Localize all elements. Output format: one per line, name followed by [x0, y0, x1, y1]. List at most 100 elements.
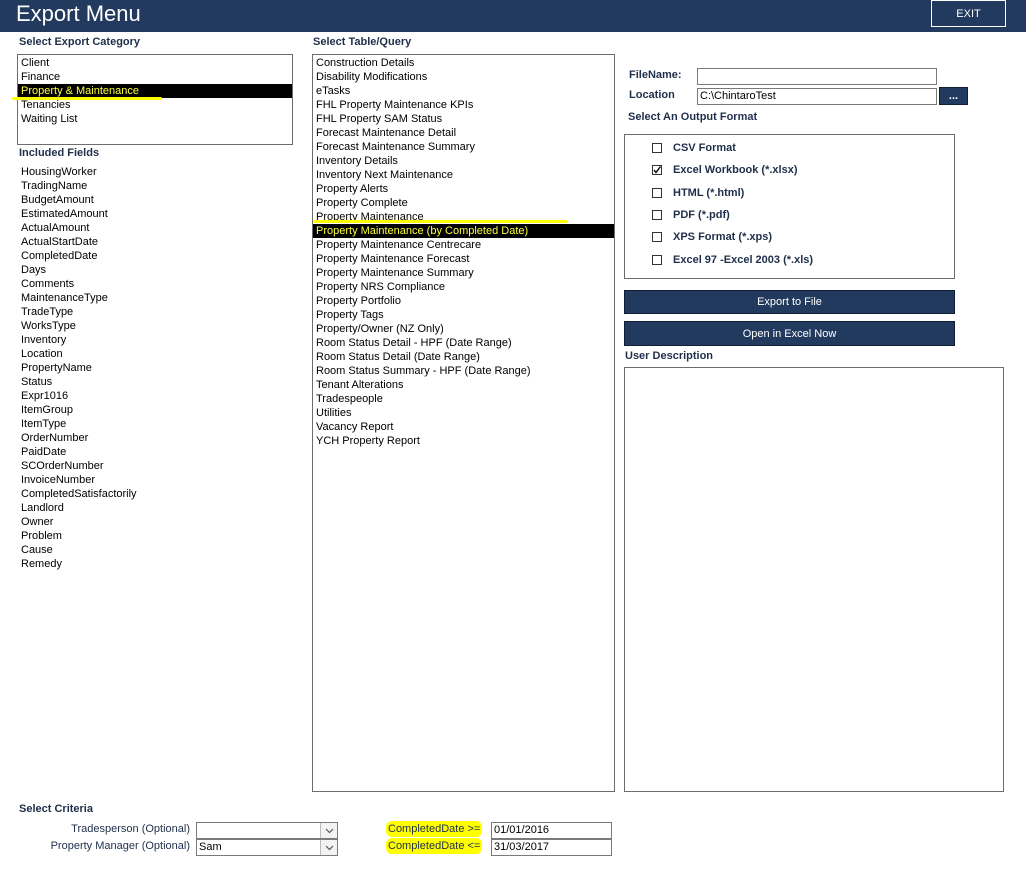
included-field-item: Remedy	[21, 558, 62, 570]
included-field-item: TradeType	[21, 306, 74, 318]
filename-label: FileName:	[629, 69, 682, 81]
tradesperson-combo[interactable]	[196, 822, 338, 839]
checkbox[interactable]	[652, 187, 662, 198]
export-category-item[interactable]: Tenancies	[18, 98, 292, 112]
open-in-excel-button[interactable]: Open in Excel Now	[624, 321, 955, 346]
included-field-item: Status	[21, 376, 53, 388]
export-category-item[interactable]: Waiting List	[18, 112, 292, 126]
included-field-item: MaintenanceType	[21, 292, 108, 304]
exit-button[interactable]: EXIT	[931, 0, 1006, 27]
property-manager-value: Sam	[199, 841, 222, 853]
included-field-item: OrderNumber	[21, 432, 89, 444]
table-query-item[interactable]: Room Status Summary - HPF (Date Range)	[313, 364, 614, 378]
table-query-item[interactable]: Construction Details	[313, 56, 614, 70]
output-format-label: CSV Format	[673, 142, 736, 154]
user-description-label: User Description	[625, 350, 714, 362]
table-query-item[interactable]: YCH Property Report	[313, 434, 614, 448]
tradesperson-value	[197, 823, 320, 838]
output-format-group: CSV Format Excel Workbook (*.xlsx) HTML (*…	[624, 134, 955, 279]
table-query-item[interactable]: eTasks	[313, 84, 614, 98]
table-query-item[interactable]: Property Complete	[313, 196, 614, 210]
table-query-item[interactable]: Utilities	[313, 406, 614, 420]
table-query-item[interactable]: Property Alerts	[313, 182, 614, 196]
table-query-item[interactable]: Property Maintenance (by Completed Date)	[313, 224, 614, 238]
output-format-label: Excel Workbook (*.xlsx)	[673, 164, 798, 177]
table-query-item[interactable]: Room Status Detail (Date Range)	[313, 350, 614, 364]
filename-input[interactable]	[697, 68, 937, 85]
completed-from-input[interactable]: 01/01/2016	[491, 822, 612, 839]
export-to-file-button[interactable]: Export to File	[624, 290, 955, 314]
chevron-down-icon[interactable]	[320, 823, 337, 838]
included-field-item: Days	[21, 264, 47, 276]
included-field-item: SCOrderNumber	[21, 460, 104, 472]
included-field-item: Inventory	[21, 334, 67, 346]
property-manager-label: Property Manager (Optional)	[50, 840, 190, 852]
included-fields-label: Included Fields	[19, 147, 100, 159]
included-field-item: CompletedDate	[21, 250, 98, 262]
table-query-item[interactable]: Property Maintenance Forecast	[313, 252, 614, 266]
included-field-item: InvoiceNumber	[21, 474, 95, 486]
output-format-option[interactable]: XPS Format (*.xps)	[652, 229, 772, 245]
included-field-item: HousingWorker	[21, 166, 97, 178]
completed-to-input[interactable]: 31/03/2017	[491, 839, 612, 856]
output-format-option[interactable]: PDF (*.pdf)	[652, 207, 730, 223]
included-field-item: Location	[21, 348, 63, 360]
checkbox[interactable]	[652, 254, 662, 265]
table-query-label: Select Table/Query	[313, 36, 412, 48]
output-format-option[interactable]: HTML (*.html)	[652, 185, 744, 201]
tradesperson-label: Tradesperson (Optional)	[71, 823, 190, 835]
included-field-item: Cause	[21, 544, 53, 556]
included-field-item: BudgetAmount	[21, 194, 94, 206]
table-query-item[interactable]: Inventory Details	[313, 154, 614, 168]
output-format-label: HTML (*.html)	[673, 186, 745, 199]
table-query-item[interactable]: Forecast Maintenance Detail	[313, 126, 614, 140]
checkbox[interactable]	[652, 232, 662, 243]
table-query-item[interactable]: Tenant Alterations	[313, 378, 614, 392]
table-query-item[interactable]: Room Status Detail - HPF (Date Range)	[313, 336, 614, 350]
checkbox[interactable]	[652, 209, 662, 220]
table-query-list[interactable]: Construction Details Disability Modificat…	[312, 54, 615, 792]
table-query-item[interactable]: Property Maintenance Centrecare	[313, 238, 614, 252]
output-format-label: Excel 97 -Excel 2003 (*.xls)	[673, 253, 814, 266]
export-category-item[interactable]: Property & Maintenance	[18, 84, 292, 98]
included-field-item: ItemType	[21, 418, 67, 430]
table-query-item[interactable]: Inventory Next Maintenance	[313, 168, 614, 182]
property-manager-combo[interactable]: Sam	[196, 839, 338, 856]
location-input[interactable]: C:\ChintaroTest	[697, 88, 937, 105]
export-category-item[interactable]: Client	[18, 56, 292, 70]
completed-from-label: CompletedDate >=	[386, 821, 483, 837]
chevron-down-icon[interactable]	[320, 840, 337, 855]
output-format-option[interactable]: Excel 97 -Excel 2003 (*.xls)	[652, 252, 813, 268]
export-category-label: Select Export Category	[19, 36, 141, 48]
user-description-textarea[interactable]	[624, 367, 1004, 792]
table-query-item[interactable]: Property Maintenance Summary	[313, 266, 614, 280]
location-label: Location	[629, 89, 675, 101]
table-query-item[interactable]: Tradespeople	[313, 392, 614, 406]
table-query-item[interactable]: Vacancy Report	[313, 420, 614, 434]
table-query-item[interactable]: FHL Property Maintenance KPIs	[313, 98, 614, 112]
included-fields-list: HousingWorker TradingName BudgetAmount Esti…	[19, 165, 289, 571]
check-icon	[653, 166, 662, 174]
included-field-item: TradingName	[21, 180, 88, 192]
included-field-item: ActualAmount	[21, 222, 90, 234]
included-field-item: Problem	[21, 530, 62, 542]
included-field-item: WorksType	[21, 320, 76, 332]
table-query-item[interactable]: Disability Modifications	[313, 70, 614, 84]
output-format-option[interactable]: CSV Format	[652, 140, 736, 156]
title-bar	[0, 0, 1026, 32]
checkbox[interactable]	[652, 143, 662, 153]
criteria-label: Select Criteria	[19, 803, 93, 815]
table-query-item[interactable]: Forecast Maintenance Summary	[313, 140, 614, 154]
included-field-item: Comments	[21, 278, 75, 290]
browse-button[interactable]: ...	[939, 87, 968, 105]
checkbox[interactable]	[652, 165, 662, 176]
table-query-item[interactable]: Property/Owner (NZ Only)	[313, 322, 614, 336]
included-field-item: CompletedSatisfactorily	[21, 488, 137, 500]
table-query-item[interactable]: Property Tags	[313, 308, 614, 322]
table-query-item[interactable]: Property Portfolio	[313, 294, 614, 308]
export-category-item[interactable]: Finance	[18, 70, 292, 84]
table-query-item[interactable]: FHL Property SAM Status	[313, 112, 614, 126]
highlight-marker	[313, 220, 568, 223]
table-query-item[interactable]: Property NRS Compliance	[313, 280, 614, 294]
output-format-option[interactable]: Excel Workbook (*.xlsx)	[652, 162, 798, 178]
